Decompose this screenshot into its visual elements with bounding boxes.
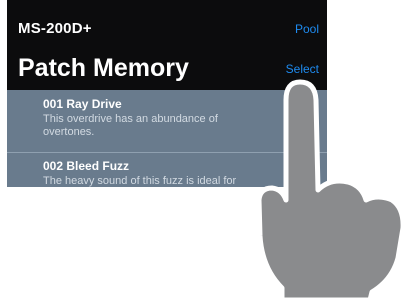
page-title: Patch Memory (18, 54, 189, 82)
device-name: MS-200D+ (18, 20, 92, 37)
patch-list: 001 Ray Drive This overdrive has an abun… (7, 90, 327, 187)
patch-description: The heavy sound of this fuzz is ideal fo… (43, 175, 237, 187)
patch-item[interactable]: 001 Ray Drive This overdrive has an abun… (7, 90, 327, 152)
pool-button[interactable]: Pool (295, 22, 319, 36)
patch-item[interactable]: 002 Bleed Fuzz The heavy sound of this f… (7, 153, 327, 187)
patch-name: 002 Bleed Fuzz (43, 159, 130, 173)
tutorial-stage: MS-200D+ Pool Patch Memory Select 001 Ra… (0, 0, 405, 300)
patch-name: 001 Ray Drive (43, 97, 122, 111)
select-button[interactable]: Select (286, 62, 319, 76)
patch-description: This overdrive has an abundance of overt… (43, 113, 218, 138)
app-screen: MS-200D+ Pool Patch Memory Select 001 Ra… (7, 0, 327, 187)
